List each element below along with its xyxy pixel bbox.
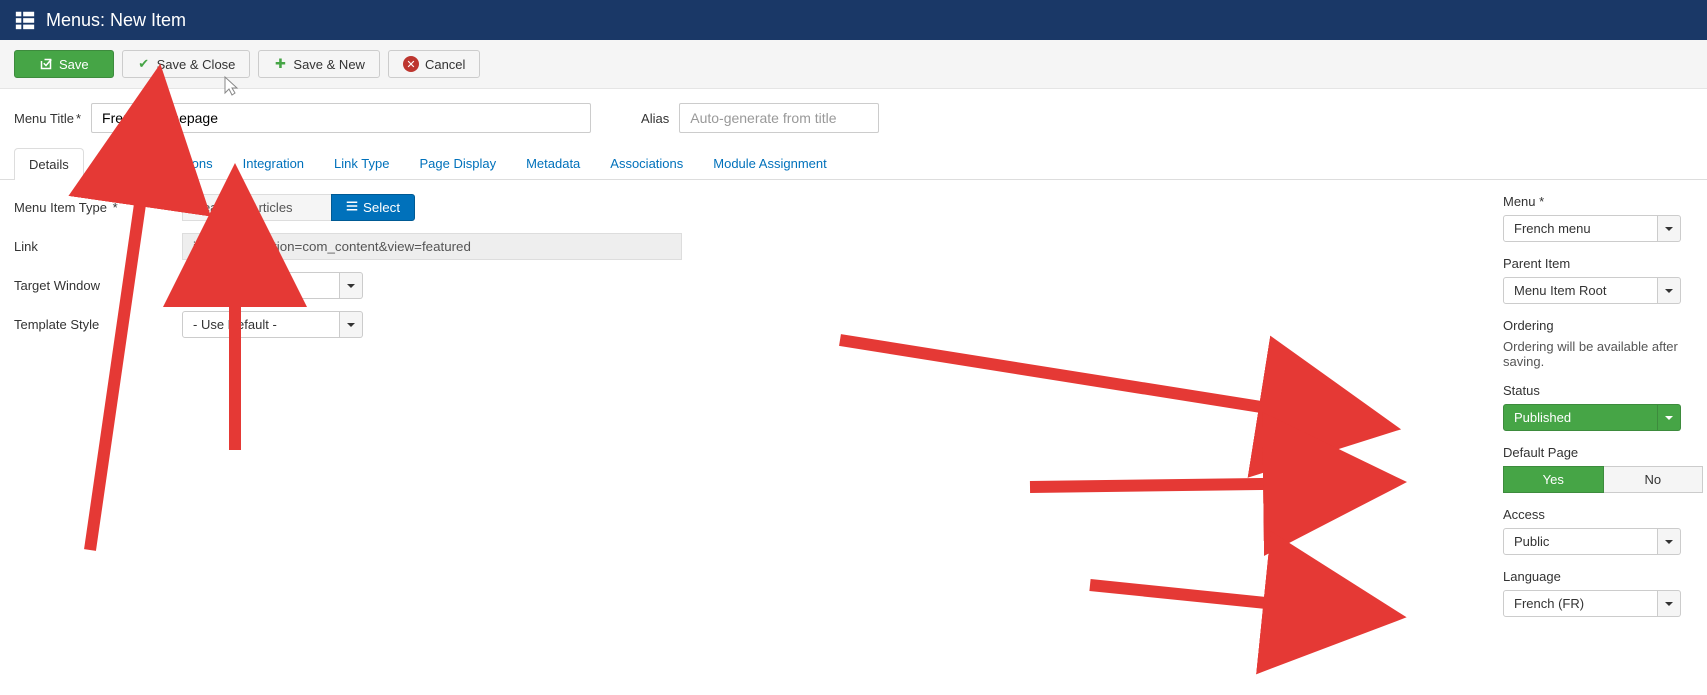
status-dropdown[interactable]: Published — [1503, 404, 1681, 431]
menu-dropdown[interactable]: French menu — [1503, 215, 1681, 242]
target-window-label: Target Window — [14, 278, 182, 293]
link-label: Link — [14, 239, 182, 254]
row-link: Link — [14, 233, 1483, 260]
parent-dropdown[interactable]: Menu Item Root — [1503, 277, 1681, 304]
toolbar: Save ✔ Save & Close ✚ Save & New ✕ Cance… — [0, 40, 1707, 89]
template-style-label: Template Style — [14, 317, 182, 332]
close-icon: ✕ — [403, 56, 419, 72]
cancel-button[interactable]: ✕ Cancel — [388, 50, 480, 78]
save-close-button[interactable]: ✔ Save & Close — [122, 50, 251, 78]
row-template-style: Template Style - Use Default - — [14, 311, 1483, 338]
chevron-down-icon[interactable] — [1658, 215, 1681, 242]
language-label: Language — [1503, 569, 1693, 584]
target-window-dropdown[interactable]: Parent — [182, 272, 363, 299]
plus-icon: ✚ — [273, 57, 287, 71]
sidebar: Menu * French menu Parent Item Menu Item… — [1483, 194, 1693, 631]
tabs: Details Layout Options Integration Link … — [0, 147, 1707, 180]
tab-layout[interactable]: Layout — [84, 147, 153, 179]
tab-associations[interactable]: Associations — [595, 147, 698, 179]
details-panel: Menu Item Type * Featured Articles Selec… — [14, 194, 1483, 631]
tab-page-display[interactable]: Page Display — [404, 147, 511, 179]
menu-label: Menu * — [1503, 194, 1693, 209]
access-label: Access — [1503, 507, 1693, 522]
language-value: French (FR) — [1503, 590, 1658, 617]
sidebar-parent: Parent Item Menu Item Root — [1503, 256, 1693, 304]
chevron-down-icon[interactable] — [340, 272, 363, 299]
page-header: Menus: New Item — [0, 0, 1707, 40]
content: Menu Item Type * Featured Articles Selec… — [0, 180, 1707, 645]
page-title: Menus: New Item — [46, 10, 186, 31]
ordering-label: Ordering — [1503, 318, 1693, 333]
chevron-down-icon[interactable] — [340, 311, 363, 338]
chevron-down-icon[interactable] — [1658, 404, 1681, 431]
menu-title-label: Menu Title* — [14, 111, 81, 126]
menu-item-type-label: Menu Item Type * — [14, 200, 182, 215]
tab-integration[interactable]: Integration — [228, 147, 319, 179]
save-new-button[interactable]: ✚ Save & New — [258, 50, 380, 78]
default-page-toggle: Yes No — [1503, 466, 1703, 493]
list-icon — [14, 9, 36, 31]
sidebar-language: Language French (FR) — [1503, 569, 1693, 617]
alias-input[interactable] — [679, 103, 879, 133]
check-icon — [39, 57, 53, 71]
tab-options[interactable]: Options — [153, 147, 228, 179]
form-header: Menu Title* Alias — [0, 89, 1707, 147]
list-icon — [346, 200, 358, 215]
parent-value: Menu Item Root — [1503, 277, 1658, 304]
template-style-value: - Use Default - — [182, 311, 340, 338]
parent-label: Parent Item — [1503, 256, 1693, 271]
chevron-down-icon[interactable] — [1658, 277, 1681, 304]
save-label: Save — [59, 57, 89, 72]
chevron-down-icon[interactable] — [1658, 528, 1681, 555]
select-label: Select — [363, 200, 400, 215]
select-type-button[interactable]: Select — [331, 194, 415, 221]
sidebar-default-page: Default Page Yes No — [1503, 445, 1693, 493]
sidebar-ordering: Ordering Ordering will be available afte… — [1503, 318, 1693, 369]
check-icon: ✔ — [137, 57, 151, 71]
menu-item-type-value: Featured Articles — [182, 194, 332, 221]
menu-value: French menu — [1503, 215, 1658, 242]
sidebar-access: Access Public — [1503, 507, 1693, 555]
save-close-label: Save & Close — [157, 57, 236, 72]
menu-title-input[interactable] — [91, 103, 591, 133]
default-no-button[interactable]: No — [1604, 466, 1704, 493]
template-style-dropdown[interactable]: - Use Default - — [182, 311, 363, 338]
row-menu-item-type: Menu Item Type * Featured Articles Selec… — [14, 194, 1483, 221]
status-label: Status — [1503, 383, 1693, 398]
tab-metadata[interactable]: Metadata — [511, 147, 595, 179]
row-target-window: Target Window Parent — [14, 272, 1483, 299]
cancel-label: Cancel — [425, 57, 465, 72]
default-yes-button[interactable]: Yes — [1503, 466, 1604, 493]
chevron-down-icon[interactable] — [1658, 590, 1681, 617]
language-dropdown[interactable]: French (FR) — [1503, 590, 1681, 617]
target-window-value: Parent — [182, 272, 340, 299]
tab-link-type[interactable]: Link Type — [319, 147, 404, 179]
ordering-text: Ordering will be available after saving. — [1503, 339, 1693, 369]
save-new-label: Save & New — [293, 57, 365, 72]
sidebar-menu: Menu * French menu — [1503, 194, 1693, 242]
status-value: Published — [1503, 404, 1658, 431]
default-page-label: Default Page — [1503, 445, 1693, 460]
access-value: Public — [1503, 528, 1658, 555]
save-button[interactable]: Save — [14, 50, 114, 78]
tab-module-assignment[interactable]: Module Assignment — [698, 147, 841, 179]
alias-label: Alias — [641, 111, 669, 126]
access-dropdown[interactable]: Public — [1503, 528, 1681, 555]
link-input — [182, 233, 682, 260]
tab-details[interactable]: Details — [14, 148, 84, 180]
sidebar-status: Status Published — [1503, 383, 1693, 431]
